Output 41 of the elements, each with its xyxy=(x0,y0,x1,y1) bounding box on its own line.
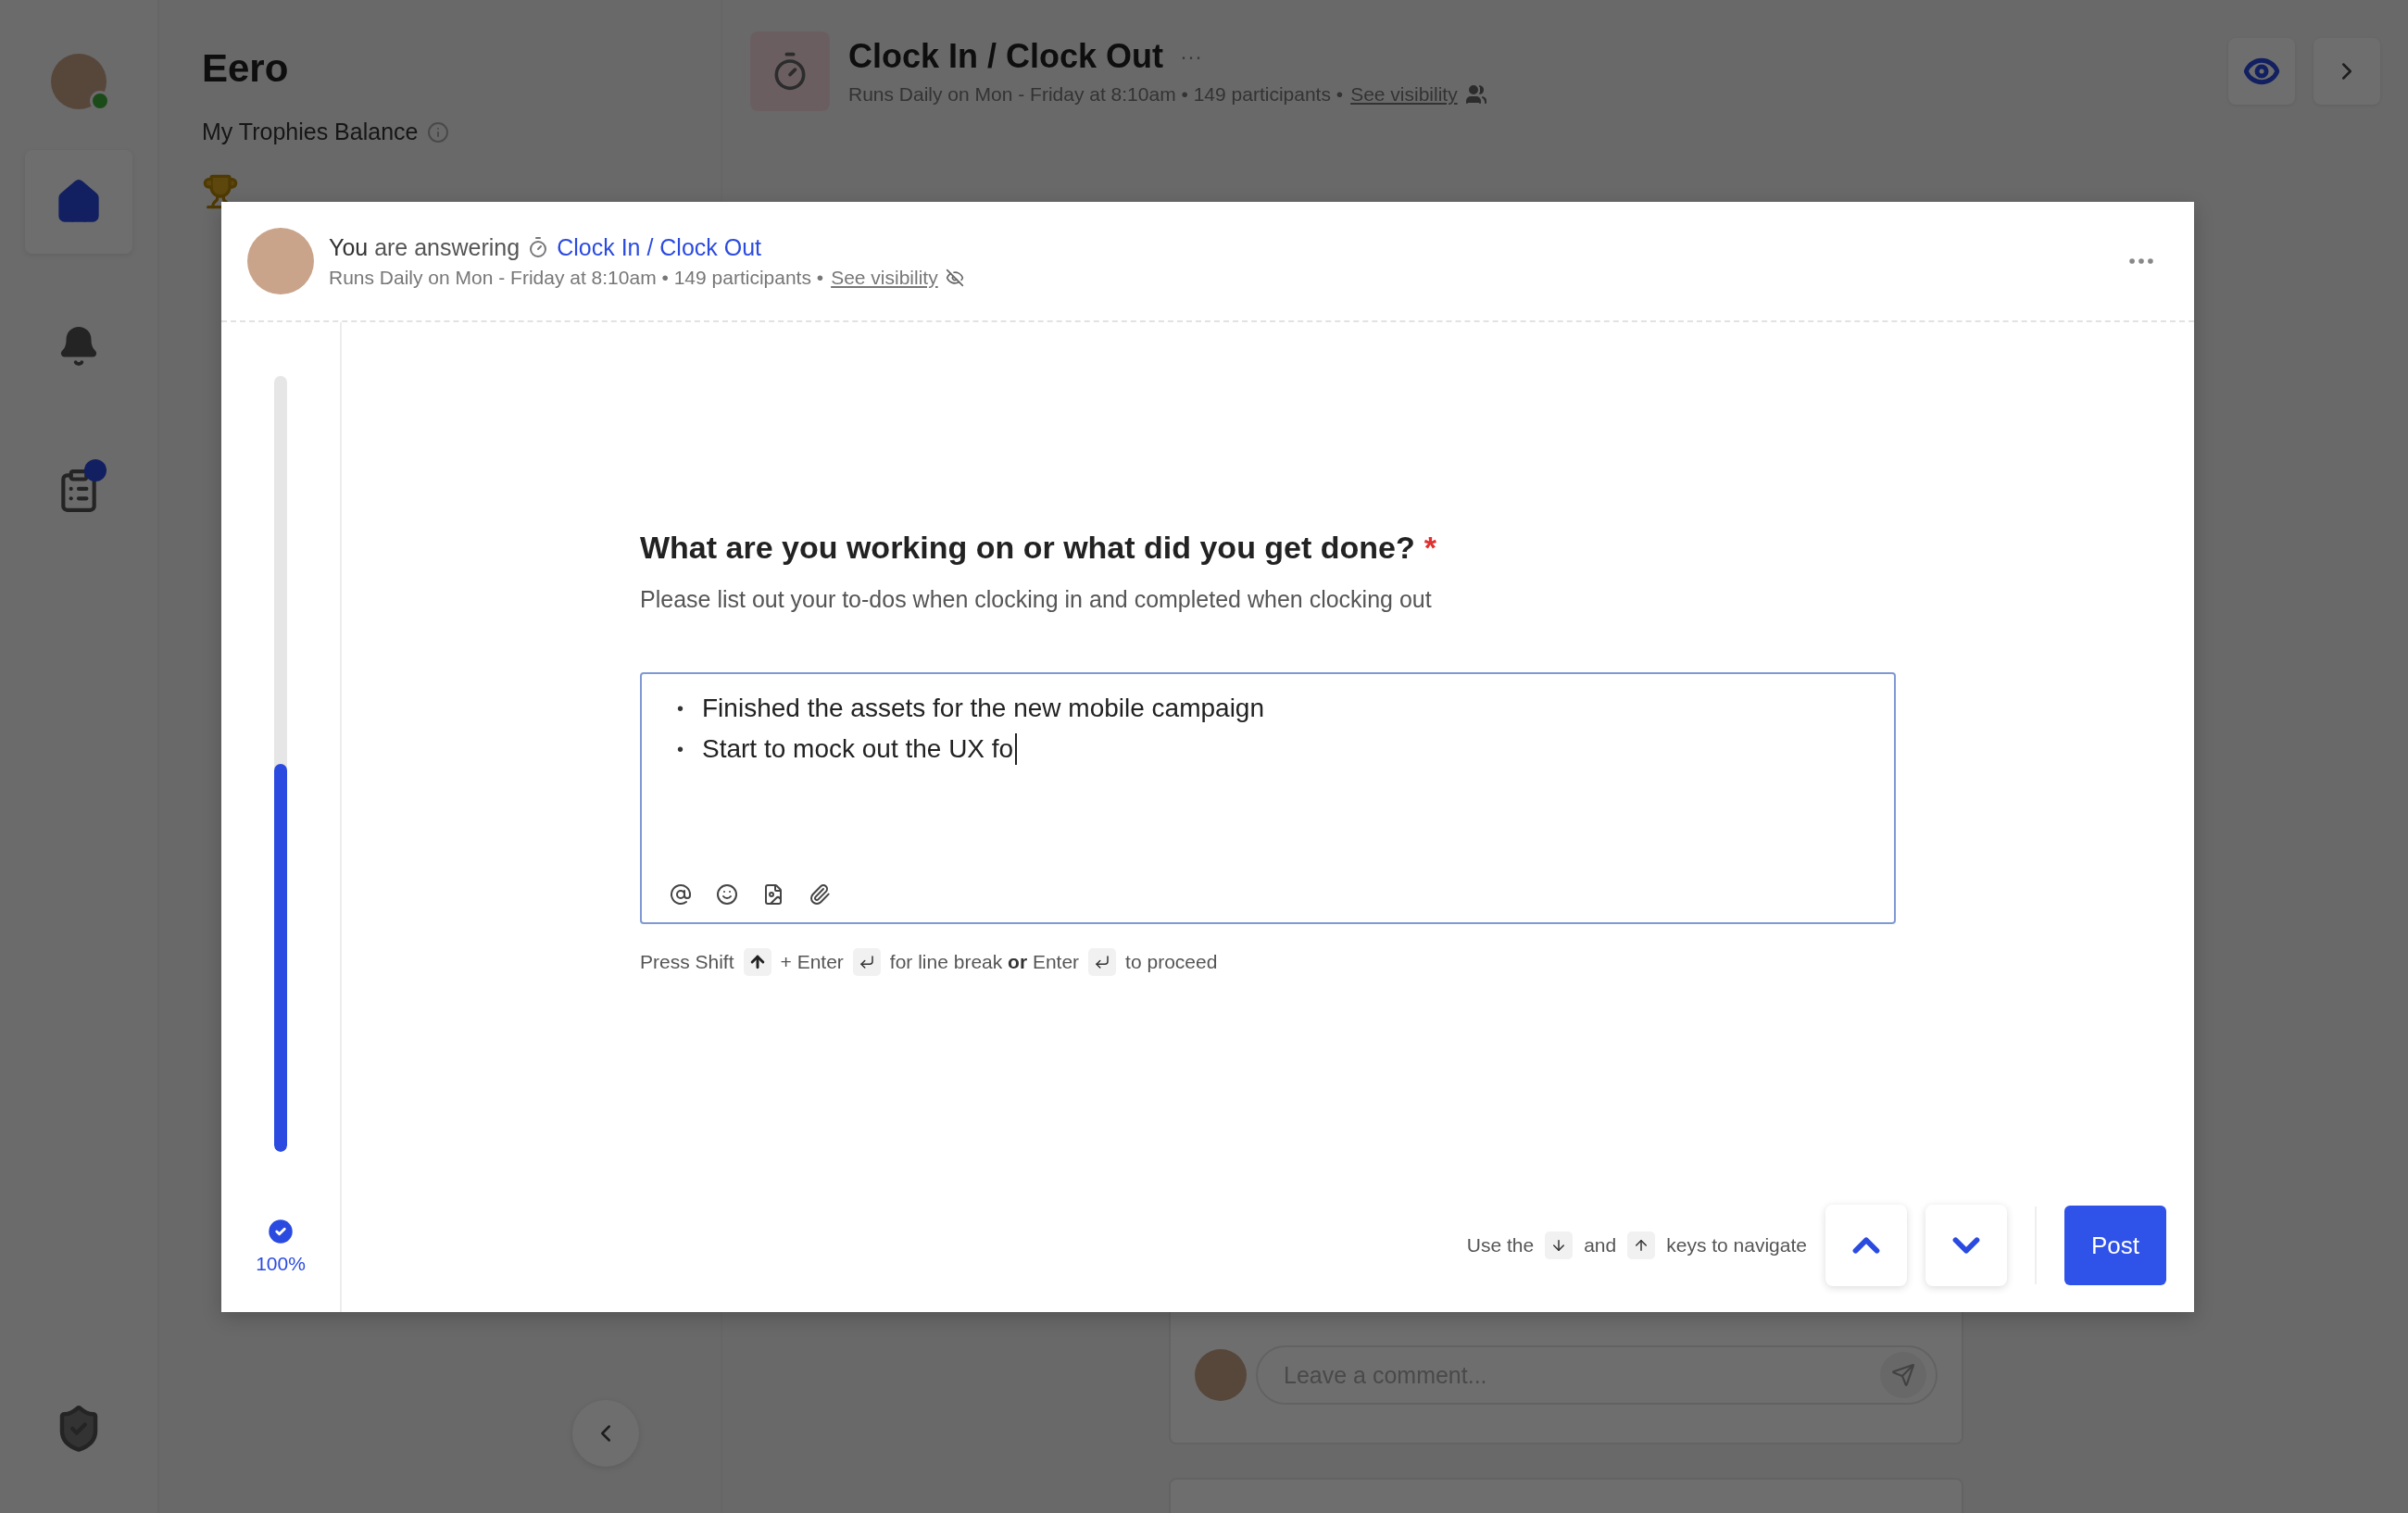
answer-line: Finished the assets for the new mobile campaign xyxy=(702,693,1265,724)
activity-schedule: Runs Daily on Mon - Friday at 8:10am • 149 participants • xyxy=(329,266,824,289)
required-mark: * xyxy=(1423,530,1437,566)
info-icon[interactable] xyxy=(427,120,450,144)
question-text: What are you working on or what did you get done? xyxy=(640,530,1415,566)
previous-question-button[interactable] xyxy=(1825,1205,1907,1286)
bullet-mark: • xyxy=(677,738,684,761)
hint-text: to proceed xyxy=(1125,951,1218,973)
attachment-icon[interactable] xyxy=(809,883,831,906)
emoji-icon[interactable] xyxy=(716,883,738,906)
home-nav-item[interactable] xyxy=(25,150,132,254)
post-button[interactable]: Post xyxy=(2064,1206,2166,1285)
enter-key-icon xyxy=(858,954,875,970)
user-avatar[interactable] xyxy=(51,54,107,109)
bullet-mark: • xyxy=(677,697,684,720)
send-icon[interactable] xyxy=(1891,1363,1915,1387)
navigation-hint: Use the xyxy=(1466,1234,1535,1257)
navigation-hint: keys to navigate xyxy=(1666,1234,1807,1257)
eye-off-icon xyxy=(945,268,964,287)
panel-title: Eero xyxy=(202,46,290,91)
hint-text: + Enter xyxy=(780,951,844,973)
activity-title: Clock In / Clock Out xyxy=(848,37,1164,76)
answer-line: Start to mock out the UX fo xyxy=(702,733,1018,765)
trophy-icon xyxy=(202,173,239,210)
progress-percent: 100% xyxy=(256,1253,306,1275)
next-question-button[interactable] xyxy=(1925,1205,2007,1286)
hint-text: for line break or Enter xyxy=(889,951,1080,973)
navigation-hint: and xyxy=(1584,1234,1617,1257)
eye-button[interactable] xyxy=(2228,38,2295,105)
gif-file-icon[interactable] xyxy=(762,883,784,906)
commenter-avatar xyxy=(1195,1349,1247,1401)
answering-label: You are answering xyxy=(329,233,520,261)
visibility-link[interactable]: See visibility xyxy=(831,266,938,289)
mention-icon[interactable] xyxy=(670,883,692,906)
people-icon xyxy=(1464,83,1487,106)
balance-label: My Trophies Balance xyxy=(202,119,419,145)
question-description: Please list out your to-dos when clocking in and completed when clocking out xyxy=(640,586,1433,613)
enter-key-icon xyxy=(1094,954,1111,970)
activity-link[interactable]: Clock In / Clock Out xyxy=(557,233,762,261)
answer-field[interactable]: • Finished the assets for the new mobile campaign • Start to mock out the UX fo xyxy=(640,672,1896,924)
hint-text: Press Shift xyxy=(640,951,734,973)
